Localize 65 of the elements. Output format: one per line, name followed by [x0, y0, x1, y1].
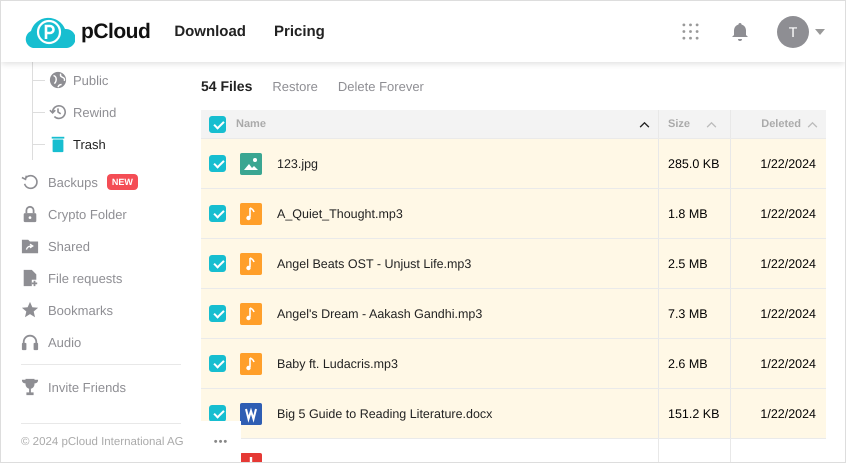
file-add-icon: [21, 269, 39, 287]
music-file-icon: [240, 352, 262, 374]
new-badge: NEW: [106, 174, 138, 190]
music-file-icon: [240, 252, 262, 274]
file-size: 1.8 MB: [668, 206, 708, 220]
globe-icon: [49, 71, 67, 89]
more-button[interactable]: •••: [201, 421, 241, 462]
brand-name: pCloud: [81, 20, 150, 44]
deleted-date: 1/22/2024: [760, 406, 816, 420]
deleted-date: 1/22/2024: [760, 356, 816, 370]
column-header[interactable]: Size: [668, 118, 690, 130]
word-file-icon: [240, 402, 262, 424]
history-icon: [49, 103, 67, 121]
sidebar-item[interactable]: Invite Friends: [48, 380, 126, 394]
trash-icon: [49, 135, 67, 153]
user-avatar[interactable]: T: [777, 16, 809, 48]
image-file-icon: [240, 152, 262, 174]
sidebar-item[interactable]: Shared: [48, 238, 90, 254]
sidebar-item[interactable]: Backups: [48, 174, 98, 190]
music-file-icon: [240, 202, 262, 224]
file-size: 285.0 KB: [668, 156, 720, 170]
file-size: 7.3 MB: [668, 306, 708, 320]
checkbox[interactable]: [209, 116, 226, 132]
apps-grid-icon[interactable]: [682, 23, 699, 40]
star-icon: [21, 301, 39, 319]
deleted-date: 1/22/2024: [760, 206, 816, 220]
file-name[interactable]: Angel's Dream - Aakash Gandhi.mp3: [277, 306, 482, 320]
music-file-icon: [240, 302, 262, 324]
backup-icon: [21, 173, 39, 191]
headphones-icon: [21, 333, 39, 351]
nav-link[interactable]: Pricing: [274, 23, 325, 40]
file-name[interactable]: Big 5 Guide to Reading Literature.docx: [277, 406, 492, 420]
file-size: 2.6 MB: [668, 356, 708, 370]
file-name[interactable]: Baby ft. Ludacris.mp3: [277, 356, 398, 370]
column-header[interactable]: Name: [236, 118, 266, 130]
checkbox[interactable]: [209, 355, 226, 372]
file-name[interactable]: 123.jpg: [277, 156, 318, 170]
copyright-text: © 2024 pCloud International AG: [21, 435, 185, 448]
nav-link[interactable]: Download: [174, 23, 246, 40]
deleted-date: 1/22/2024: [760, 306, 816, 320]
caret-icon[interactable]: [815, 28, 825, 34]
trophy-icon: [21, 378, 39, 396]
checkbox[interactable]: [209, 305, 226, 322]
file-size: 2.5 MB: [668, 256, 708, 270]
toolbar-action[interactable]: Restore: [272, 78, 318, 94]
column-header[interactable]: Deleted: [761, 118, 801, 130]
checkbox[interactable]: [209, 205, 226, 222]
sort-chevron-icon[interactable]: [639, 120, 650, 128]
sidebar-item[interactable]: Crypto Folder: [48, 206, 127, 222]
checkbox[interactable]: [209, 255, 226, 272]
deleted-date: 1/22/2024: [760, 156, 816, 170]
checkbox[interactable]: [209, 155, 226, 172]
notification-bell-icon[interactable]: [731, 22, 749, 42]
sidebar-item[interactable]: Audio: [48, 334, 82, 350]
file-size: 151.2 KB: [668, 406, 720, 420]
lock-icon: [21, 205, 39, 223]
sidebar-item[interactable]: Bookmarks: [48, 302, 114, 318]
checkbox[interactable]: [209, 405, 226, 422]
toolbar-action[interactable]: Delete Forever: [338, 78, 424, 94]
deleted-date: 1/22/2024: [760, 256, 816, 270]
sidebar-item[interactable]: File requests: [48, 270, 122, 286]
file-name[interactable]: Angel Beats OST - Unjust Life.mp3: [277, 256, 472, 270]
file-name[interactable]: A_Quiet_Thought.mp3: [277, 206, 403, 220]
file-count: 54 Files: [201, 78, 252, 94]
shared-folder-icon: [21, 237, 39, 255]
